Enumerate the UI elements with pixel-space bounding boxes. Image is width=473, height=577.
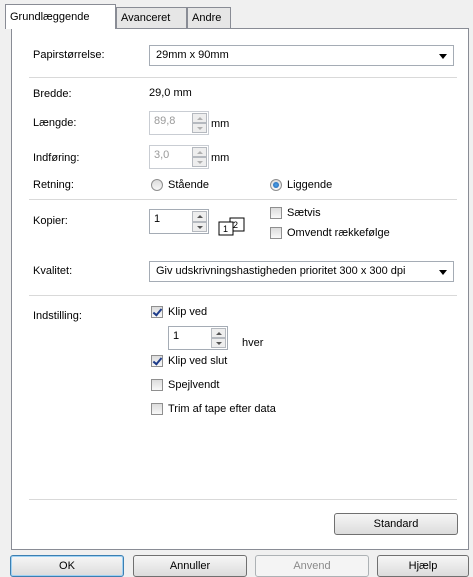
- quality-value: Giv udskrivningshastigheden prioritet 30…: [156, 265, 406, 277]
- cut-at-end-label[interactable]: Klip ved slut: [168, 355, 227, 367]
- tab-basic[interactable]: Grundlæggende: [5, 4, 116, 29]
- mirror-checkbox[interactable]: [151, 379, 163, 391]
- quality-label: Kvalitet:: [33, 265, 73, 277]
- divider: [29, 499, 457, 500]
- tab-other[interactable]: Andre: [187, 7, 231, 28]
- feed-spinbox: 3,0: [149, 145, 209, 169]
- length-label: Længde:: [33, 117, 77, 129]
- cut-label[interactable]: Klip ved: [168, 306, 207, 318]
- quality-select[interactable]: Giv udskrivningshastigheden prioritet 30…: [149, 261, 454, 282]
- divider: [29, 77, 457, 78]
- feed-value: 3,0: [154, 149, 170, 161]
- feed-label: Indføring:: [33, 152, 80, 164]
- cut-every-unit: hver: [242, 337, 264, 349]
- spin-up-icon: [192, 147, 207, 157]
- cut-checkbox[interactable]: [151, 306, 163, 318]
- collate-checkbox[interactable]: [270, 207, 282, 219]
- cut-at-end-checkbox[interactable]: [151, 355, 163, 367]
- cut-every-value: 1: [173, 330, 180, 342]
- standard-button[interactable]: Standard: [334, 513, 458, 535]
- tab-advanced-label: Avanceret: [121, 12, 171, 24]
- trim-label[interactable]: Trim af tape efter data: [168, 403, 276, 415]
- svg-text:2: 2: [233, 220, 238, 230]
- width-label: Bredde:: [33, 88, 72, 100]
- tab-advanced[interactable]: Avanceret: [116, 7, 187, 28]
- cancel-button[interactable]: Annuller: [133, 555, 247, 577]
- length-unit: mm: [211, 118, 230, 130]
- spin-down-icon: [192, 157, 207, 167]
- chevron-down-icon: [439, 54, 447, 59]
- tab-basic-label: Grundlæggende: [10, 11, 90, 23]
- tab-other-label: Andre: [192, 12, 222, 24]
- spin-down-icon[interactable]: [211, 338, 226, 348]
- divider: [29, 295, 457, 296]
- width-value: 29,0 mm: [149, 87, 192, 99]
- portrait-radio[interactable]: [151, 179, 163, 191]
- collate-label[interactable]: Sætvis: [287, 207, 321, 219]
- spin-up-icon[interactable]: [192, 211, 207, 222]
- reverse-order-label[interactable]: Omvendt rækkefølge: [287, 227, 390, 239]
- copies-label: Kopier:: [33, 215, 68, 227]
- chevron-down-icon: [439, 270, 447, 275]
- copies-pages-icon: 2 1: [218, 217, 245, 236]
- svg-text:1: 1: [223, 224, 228, 234]
- settings-label: Indstilling:: [33, 310, 82, 322]
- spin-down-icon[interactable]: [192, 221, 207, 232]
- paper-size-value: 29mm x 90mm: [156, 49, 229, 61]
- spin-down-icon: [192, 123, 207, 133]
- spin-up-icon[interactable]: [211, 328, 226, 338]
- feed-unit: mm: [211, 152, 230, 164]
- copies-spinbox[interactable]: 1: [149, 209, 209, 234]
- apply-button: Anvend: [255, 555, 369, 577]
- portrait-label[interactable]: Stående: [168, 179, 209, 191]
- cut-every-spinbox[interactable]: 1: [168, 326, 228, 350]
- ok-button[interactable]: OK: [10, 555, 124, 577]
- spin-up-icon: [192, 113, 207, 123]
- tab-panel-basic: Papirstørrelse: 29mm x 90mm Bredde: 29,0…: [11, 28, 469, 550]
- paper-size-label: Papirstørrelse:: [33, 49, 105, 61]
- landscape-label[interactable]: Liggende: [287, 179, 332, 191]
- landscape-radio[interactable]: [270, 179, 282, 191]
- length-spinbox: 89,8: [149, 111, 209, 135]
- help-button[interactable]: Hjælp: [377, 555, 469, 577]
- length-value: 89,8: [154, 115, 176, 127]
- reverse-order-checkbox[interactable]: [270, 227, 282, 239]
- copies-value: 1: [154, 213, 161, 225]
- mirror-label[interactable]: Spejlvendt: [168, 379, 219, 391]
- trim-checkbox[interactable]: [151, 403, 163, 415]
- divider: [29, 199, 457, 200]
- paper-size-select[interactable]: 29mm x 90mm: [149, 45, 454, 66]
- orientation-label: Retning:: [33, 179, 74, 191]
